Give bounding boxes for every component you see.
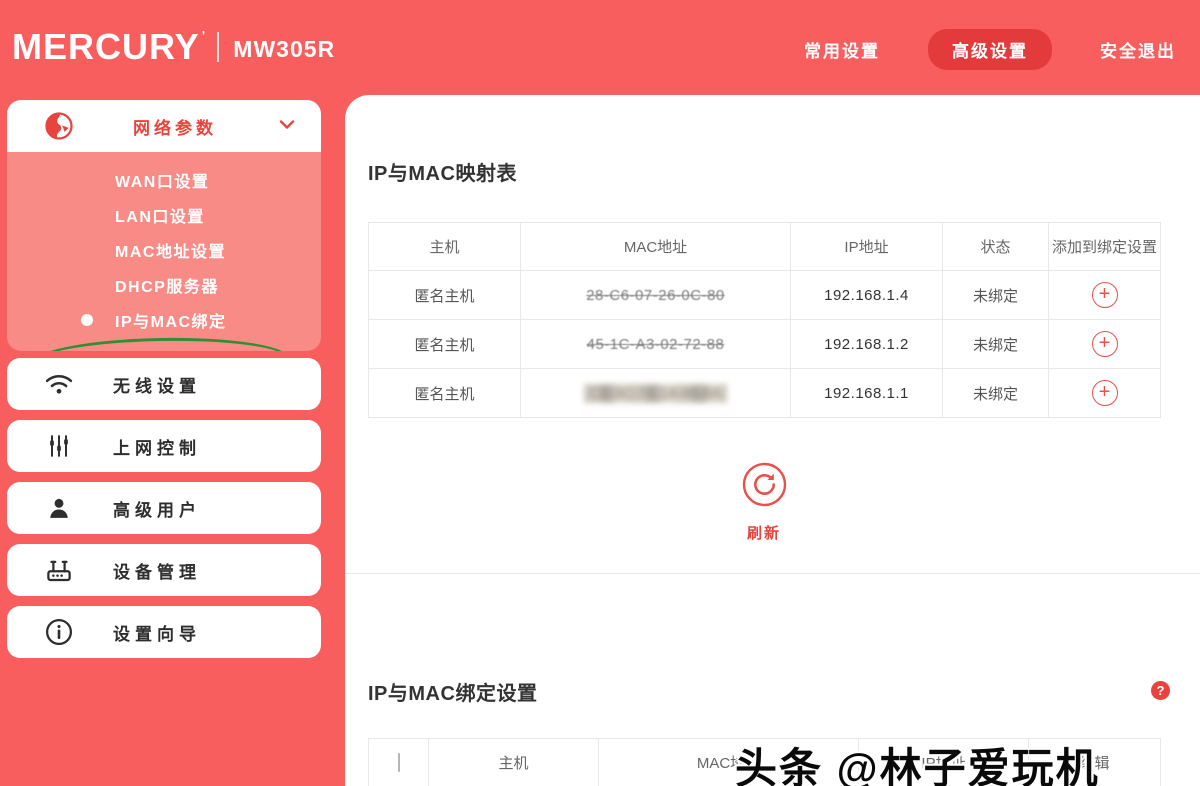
sliders-icon	[43, 430, 75, 462]
header: MERCURY ’ MW305R 常用设置 高级设置 安全退出	[0, 0, 1200, 95]
table-header-row: 主机 MAC地址 IP地址 状态 添加到绑定设置	[369, 223, 1161, 271]
table-row: 匿名主机 28-C6-07-26-0C-80 192.168.1.4 未绑定 +	[369, 271, 1161, 320]
top-navigation: 常用设置 高级设置 安全退出	[800, 29, 1180, 70]
col-host: 主机	[429, 739, 599, 786]
refresh-button[interactable]: 刷新	[368, 461, 1160, 543]
sidebar-item-lan-settings[interactable]: LAN口设置	[7, 197, 321, 232]
action-cell: +	[1049, 271, 1161, 320]
ip-cell: 192.168.1.2	[791, 320, 943, 369]
select-all-checkbox[interactable]	[398, 753, 400, 772]
watermark: 头条 @林子爱玩机	[735, 735, 1100, 786]
sidebar-item-setup-wizard[interactable]: 设置向导	[7, 606, 321, 658]
masked-mac: 45-1C-A3-02-72-88	[587, 336, 725, 353]
host-cell: 匿名主机	[369, 271, 521, 320]
sidebar-item-label: 无线设置	[113, 372, 201, 397]
col-add-binding: 添加到绑定设置	[1049, 223, 1161, 271]
wifi-icon	[43, 368, 75, 400]
sidebar-item-wireless-settings[interactable]: 无线设置	[7, 358, 321, 410]
chevron-down-icon[interactable]	[275, 112, 299, 141]
ip-mac-mapping-table: 主机 MAC地址 IP地址 状态 添加到绑定设置 匿名主机 28-C6-07-2…	[368, 222, 1161, 418]
subitem-label: WAN口设置	[115, 168, 209, 192]
add-binding-button[interactable]: +	[1092, 282, 1118, 308]
select-all-cell	[369, 739, 429, 786]
content-panel: IP与MAC映射表 主机 MAC地址 IP地址 状态 添加到绑定设置 匿名主机 …	[345, 95, 1200, 786]
add-binding-button[interactable]: +	[1092, 331, 1118, 357]
host-cell: 匿名主机	[369, 320, 521, 369]
sidebar: 网络参数 WAN口设置 LAN口设置 MAC地址设置 DHCP服务器 IP与MA…	[0, 95, 345, 786]
brand-logo: MERCURY ’ MW305R	[12, 26, 335, 68]
binding-section-title: IP与MAC绑定设置	[368, 677, 537, 706]
refresh-label: 刷新	[747, 522, 781, 543]
brand-name: MERCURY	[12, 26, 200, 68]
sidebar-item-label: 设备管理	[113, 558, 201, 583]
page-title: IP与MAC映射表	[368, 157, 517, 186]
sidebar-submenu: WAN口设置 LAN口设置 MAC地址设置 DHCP服务器 IP与MAC绑定	[7, 152, 321, 351]
mac-cell: C8-3C-74-14-46-8A	[521, 369, 791, 418]
status-cell: 未绑定	[943, 271, 1049, 320]
sidebar-item-label: 高级用户	[113, 496, 201, 521]
action-cell: +	[1049, 320, 1161, 369]
subitem-label: DHCP服务器	[115, 273, 219, 297]
masked-mac: C8-3C-74-14-46-8A	[584, 384, 728, 403]
router-icon	[43, 554, 75, 586]
nav-logout[interactable]: 安全退出	[1096, 29, 1180, 70]
mac-cell: 45-1C-A3-02-72-88	[521, 320, 791, 369]
nav-common-settings[interactable]: 常用设置	[800, 29, 884, 70]
router-admin-page: MERCURY ’ MW305R 常用设置 高级设置 安全退出 网络参数	[0, 0, 1200, 786]
add-binding-button[interactable]: +	[1092, 380, 1118, 406]
col-host: 主机	[369, 223, 521, 271]
brand-separator	[217, 32, 219, 62]
subitem-label: MAC地址设置	[115, 238, 226, 262]
status-cell: 未绑定	[943, 320, 1049, 369]
sidebar-item-dhcp-server[interactable]: DHCP服务器	[7, 267, 321, 302]
col-status: 状态	[943, 223, 1049, 271]
mac-cell: 28-C6-07-26-0C-80	[521, 271, 791, 320]
ip-cell: 192.168.1.1	[791, 369, 943, 418]
sidebar-item-label: 上网控制	[113, 434, 201, 459]
globe-icon	[43, 110, 75, 142]
refresh-icon	[741, 461, 788, 513]
table-row: 匿名主机 45-1C-A3-02-72-88 192.168.1.2 未绑定 +	[369, 320, 1161, 369]
annotation-ellipse	[32, 336, 291, 351]
sidebar-group-network-params: 网络参数 WAN口设置 LAN口设置 MAC地址设置 DHCP服务器 IP与MA…	[7, 100, 321, 351]
sidebar-group-label: 网络参数	[75, 114, 275, 139]
sidebar-item-network-params[interactable]: 网络参数	[7, 100, 321, 152]
help-icon[interactable]: ?	[1151, 681, 1170, 700]
subitem-label: IP与MAC绑定	[115, 308, 227, 332]
col-mac: MAC地址	[521, 223, 791, 271]
table-row: 匿名主机 C8-3C-74-14-46-8A 192.168.1.1 未绑定 +	[369, 369, 1161, 418]
sidebar-item-label: 设置向导	[113, 620, 201, 645]
subitem-label: LAN口设置	[115, 203, 205, 227]
sidebar-item-ip-mac-binding[interactable]: IP与MAC绑定	[7, 302, 321, 337]
masked-mac: 28-C6-07-26-0C-80	[586, 287, 725, 304]
nav-advanced-settings[interactable]: 高级设置	[928, 29, 1052, 70]
section-divider	[345, 573, 1200, 574]
model-number: MW305R	[233, 32, 335, 63]
status-cell: 未绑定	[943, 369, 1049, 418]
sidebar-item-mac-address-settings[interactable]: MAC地址设置	[7, 232, 321, 267]
sidebar-item-internet-control[interactable]: 上网控制	[7, 420, 321, 472]
sidebar-item-advanced-user[interactable]: 高级用户	[7, 482, 321, 534]
person-icon	[43, 492, 75, 524]
host-cell: 匿名主机	[369, 369, 521, 418]
ip-cell: 192.168.1.4	[791, 271, 943, 320]
sidebar-item-wan-settings[interactable]: WAN口设置	[7, 162, 321, 197]
sidebar-item-device-management[interactable]: 设备管理	[7, 544, 321, 596]
col-ip: IP地址	[791, 223, 943, 271]
action-cell: +	[1049, 369, 1161, 418]
brand-trademark: ’	[202, 28, 206, 43]
info-icon	[43, 616, 75, 648]
active-item-bullet	[81, 314, 93, 326]
